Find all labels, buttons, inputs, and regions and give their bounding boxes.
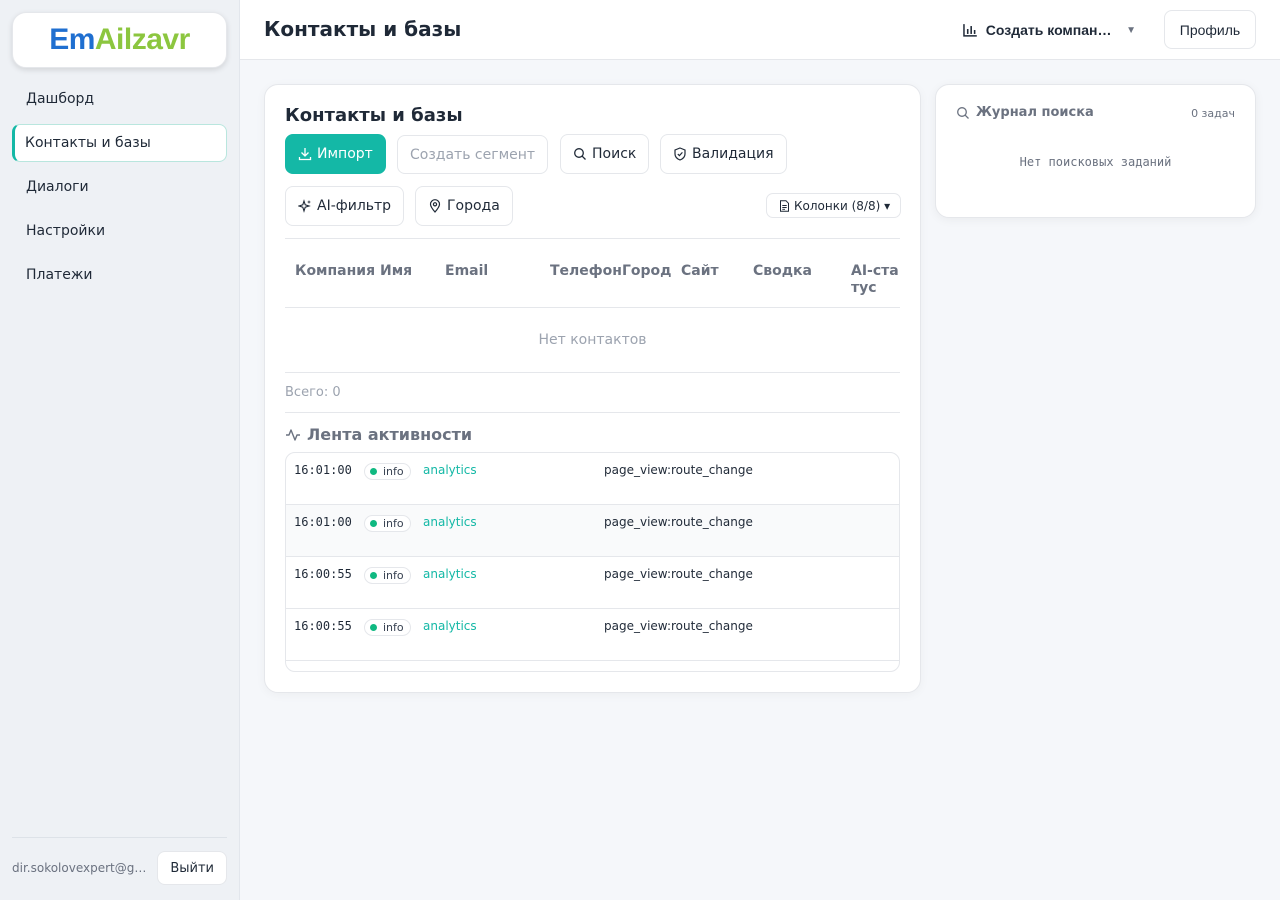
- chevron-down-icon: ▼: [1126, 24, 1136, 36]
- divider: [285, 412, 900, 413]
- activity-time: 16:01:00: [294, 515, 352, 529]
- activity-row: 16:01:00 info analytics page_view:route_…: [286, 505, 899, 557]
- activity-source: analytics: [423, 515, 477, 529]
- column-header-email[interactable]: Email: [445, 263, 488, 280]
- logo[interactable]: EmAilzavr: [12, 12, 227, 68]
- sidebar: EmAilzavr Дашборд Контакты и базы Диалог…: [0, 0, 240, 900]
- status-badge: info: [364, 515, 411, 532]
- search-log-card: Журнал поиска 0 задач Нет поисковых зада…: [935, 84, 1256, 218]
- search-icon: [957, 106, 969, 119]
- logout-button[interactable]: Выйти: [157, 851, 227, 885]
- column-header-ai-status[interactable]: AI-статус: [851, 263, 901, 297]
- sidebar-footer: dir.sokolovexpert@gmail.com Выйти: [12, 837, 227, 885]
- status-dot-icon: [370, 572, 377, 579]
- sidebar-item-payments[interactable]: Платежи: [12, 256, 227, 294]
- sidebar-item-dashboard[interactable]: Дашборд: [12, 80, 227, 118]
- activity-event: page_view:route_change: [604, 515, 753, 529]
- column-header-summary[interactable]: Сводка: [753, 263, 812, 280]
- status-badge: info: [364, 619, 411, 636]
- activity-time: 16:01:00: [294, 463, 352, 477]
- sidebar-item-settings[interactable]: Настройки: [12, 212, 227, 250]
- activity-source: analytics: [423, 619, 477, 633]
- status-badge: info: [364, 463, 411, 480]
- search-button[interactable]: Поиск: [560, 134, 650, 174]
- search-log-empty: Нет поисковых заданий: [1019, 155, 1172, 169]
- sidebar-item-dialogs[interactable]: Диалоги: [12, 168, 227, 206]
- activity-row: 16:00:55 info analytics page_view:route_…: [286, 609, 899, 661]
- page-title: Контакты и базы: [264, 17, 462, 41]
- search-icon: [574, 148, 586, 160]
- bar-chart-icon: [963, 24, 977, 37]
- activity-row: 16:01:00 info analytics page_view:route_…: [286, 453, 899, 505]
- activity-time: 16:00:55: [294, 567, 352, 581]
- campaign-select[interactable]: Создать компанию ▼: [962, 19, 1136, 41]
- contacts-card: Контакты и базы Импорт Создать сегмент П…: [264, 84, 921, 693]
- import-button[interactable]: Импорт: [285, 134, 386, 174]
- sidebar-item-label: Настройки: [26, 223, 106, 239]
- column-header-city[interactable]: Город: [622, 263, 672, 280]
- status-dot-icon: [370, 520, 377, 527]
- activity-title: Лента активности: [285, 425, 472, 444]
- divider: [285, 307, 900, 308]
- sidebar-item-label: Дашборд: [26, 91, 95, 107]
- campaign-label: Создать компанию: [985, 22, 1113, 38]
- download-icon: [298, 148, 312, 161]
- search-log-count: 0 задач: [1191, 107, 1235, 120]
- total-count: Всего: 0: [285, 385, 341, 400]
- empty-table-message: Нет контактов: [538, 332, 647, 348]
- column-header-company[interactable]: Компания: [295, 263, 375, 280]
- divider: [285, 238, 900, 239]
- pulse-icon: [286, 428, 300, 441]
- cities-button[interactable]: Города: [415, 186, 513, 226]
- activity-feed[interactable]: 16:01:00 info analytics page_view:route_…: [285, 452, 900, 672]
- logo-text: EmAilzavr: [49, 23, 190, 56]
- document-icon: [780, 199, 789, 212]
- sidebar-nav: Дашборд Контакты и базы Диалоги Настройк…: [12, 80, 227, 300]
- status-dot-icon: [370, 468, 377, 475]
- column-header-name[interactable]: Имя: [380, 263, 412, 280]
- activity-row: 16:00:55 info analytics page_view:route_…: [286, 557, 899, 609]
- status-badge: info: [364, 567, 411, 584]
- activity-source: analytics: [423, 463, 477, 477]
- activity-event: page_view:route_change: [604, 567, 753, 581]
- topbar: Контакты и базы Создать компанию ▼ Профи…: [240, 0, 1280, 60]
- sidebar-item-label: Диалоги: [26, 179, 89, 195]
- sparkles-icon: [298, 199, 311, 213]
- activity-event: page_view:route_change: [604, 463, 753, 477]
- status-dot-icon: [370, 624, 377, 631]
- activity-event: page_view:route_change: [604, 619, 753, 633]
- sidebar-item-label: Платежи: [26, 267, 93, 283]
- columns-button[interactable]: Колонки (8/8) ▾: [766, 193, 902, 218]
- card-title: Контакты и базы: [285, 105, 463, 126]
- column-header-site[interactable]: Сайт: [681, 263, 719, 280]
- column-header-phone[interactable]: Телефон: [550, 263, 622, 280]
- create-segment-button[interactable]: Создать сегмент: [397, 135, 549, 174]
- divider: [285, 372, 900, 373]
- sidebar-item-contacts[interactable]: Контакты и базы: [12, 124, 227, 162]
- activity-time: 16:00:55: [294, 619, 352, 633]
- activity-source: analytics: [423, 567, 477, 581]
- profile-button[interactable]: Профиль: [1164, 10, 1256, 49]
- sidebar-item-label: Контакты и базы: [25, 135, 151, 151]
- map-pin-icon: [429, 199, 441, 213]
- shield-icon: [674, 147, 686, 161]
- validation-button[interactable]: Валидация: [660, 134, 787, 174]
- search-log-title: Журнал поиска: [956, 105, 1094, 120]
- ai-filter-button[interactable]: AI-фильтр: [285, 186, 405, 226]
- user-email: dir.sokolovexpert@gmail.com: [12, 861, 152, 875]
